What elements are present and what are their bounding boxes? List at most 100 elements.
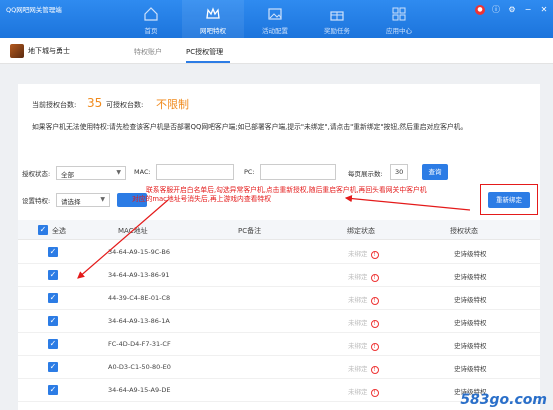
bind-status-text: 未绑定 [348,250,368,258]
error-icon: ! [370,320,379,328]
available-auth-label: 可授权台数: [106,101,144,109]
header-select-all: 全选 [52,227,66,235]
row-bind-status: 未绑定! [348,340,379,351]
setting-value: 请选择 [61,198,81,206]
nav-label: 奖励任务 [324,27,350,35]
row-priv-status: 史诗级特权 [454,273,487,281]
table-row[interactable]: ✓ 34-64-A9-13-86-91 未绑定! 史诗级特权 [18,264,540,287]
row-mac: 34-64-A9-15-A9-DE [108,386,171,394]
nav-apps[interactable]: 应用中心 [368,0,430,38]
chevron-down-icon: ▼ [100,196,105,203]
bind-status-text: 未绑定 [348,273,368,281]
info-icon[interactable]: ⓘ [491,5,501,15]
image-icon [268,8,282,20]
bind-status-text: 未绑定 [348,342,368,350]
status-filter-value: 全部 [61,171,74,179]
error-icon: ! [370,297,379,305]
error-icon: ! [370,274,379,282]
row-checkbox[interactable]: ✓ [48,316,58,326]
title-bar: QQ网吧网关管理端 首页 网吧特权 活动配置 奖励任务 应用中心 ● ⓘ ⚙ −… [0,0,553,38]
window-title: QQ网吧网关管理端 [6,6,62,14]
mac-input[interactable] [156,164,234,180]
current-auth-value: 35 [87,96,103,110]
chevron-down-icon: ▼ [116,169,121,176]
gift-icon [330,11,344,21]
setting-label: 设置特权: [22,197,51,205]
row-bind-status: 未绑定! [348,386,379,397]
row-priv-status: 史诗级特权 [454,342,487,350]
status-filter-select[interactable]: 全部 ▼ [56,166,126,180]
minimize-icon[interactable]: − [523,5,533,15]
crown-icon [206,7,220,19]
user-avatar[interactable]: ● [475,5,485,15]
table-row[interactable]: ✓ 34-64-A9-13-86-1A 未绑定! 史诗级特权 [18,310,540,333]
table-row[interactable]: ✓ 34-64-A9-15-9C-B6 未绑定! 史诗级特权 [18,241,540,264]
game-name: 地下城与勇士 [28,47,70,55]
setting-select[interactable]: 请选择 ▼ [56,193,110,207]
main-nav: 首页 网吧特权 活动配置 奖励任务 应用中心 [120,0,430,38]
available-auth-value: 不限制 [156,98,189,111]
row-bind-status: 未绑定! [348,248,379,259]
header-pc: PC备注 [238,227,262,235]
row-checkbox[interactable]: ✓ [48,385,58,395]
bind-status-text: 未绑定 [348,319,368,327]
game-logo [10,44,24,58]
row-mac: FC-4D-D4-F7-31-CF [108,340,171,348]
row-bind-status: 未绑定! [348,363,379,374]
tab-privilege-account[interactable]: 特权账户 [134,47,162,57]
error-icon: ! [370,389,379,397]
row-bind-status: 未绑定! [348,317,379,328]
table-header: ✓ 全选 MAC地址 PC备注 绑定状态 授权状态 [18,220,540,240]
table-row[interactable]: ✓ 44-39-C4-8E-01-C8 未绑定! 史诗级特权 [18,287,540,310]
page-size-input[interactable]: 30 [390,164,408,180]
row-bind-status: 未绑定! [348,294,379,305]
error-icon: ! [370,251,379,259]
nav-label: 网吧特权 [200,27,226,35]
status-filter-label: 授权状态: [22,170,51,178]
highlight-box [480,184,538,215]
header-mac: MAC地址 [118,227,148,235]
sub-header: 地下城与勇士 特权账户 PC授权管理 [0,38,553,64]
pc-input[interactable] [260,164,336,180]
bind-status-text: 未绑定 [348,365,368,373]
table-row[interactable]: ✓ FC-4D-D4-F7-31-CF 未绑定! 史诗级特权 [18,333,540,356]
mac-filter-label: MAC: [134,168,151,176]
help-tip: 如果客户机无法使用特权:请先检查该客户机是否部署QQ网吧客户端;如已部署客户端,… [32,123,468,131]
current-auth-label: 当前授权台数: [32,101,77,109]
active-tab-indicator [186,61,230,63]
error-icon: ! [370,366,379,374]
query-button[interactable]: 查询 [422,164,448,180]
auth-summary: 当前授权台数: 35 可授权台数: 不限制 如果客户机无法使用特权:请先检查该客… [18,84,540,144]
row-bind-status: 未绑定! [348,271,379,282]
bind-status-text: 未绑定 [348,388,368,396]
pc-filter-label: PC: [244,168,255,176]
row-checkbox[interactable]: ✓ [48,339,58,349]
bind-status-text: 未绑定 [348,296,368,304]
settings-icon[interactable]: ⚙ [507,5,517,15]
nav-home[interactable]: 首页 [120,0,182,38]
header-priv: 授权状态 [450,227,478,235]
row-checkbox[interactable]: ✓ [48,247,58,257]
home-icon [144,7,158,21]
select-all-checkbox[interactable]: ✓ [38,225,48,235]
tab-pc-auth[interactable]: PC授权管理 [186,47,223,57]
row-checkbox[interactable]: ✓ [48,362,58,372]
nav-label: 首页 [144,27,158,35]
nav-label: 活动配置 [262,27,288,35]
error-icon: ! [370,343,379,351]
table-row[interactable]: ✓ A0-D3-C1-50-80-E0 未绑定! 史诗级特权 [18,356,540,379]
row-mac: 44-39-C4-8E-01-C8 [108,294,171,302]
close-icon[interactable]: ✕ [539,5,549,15]
nav-reward[interactable]: 奖励任务 [306,0,368,38]
row-checkbox[interactable]: ✓ [48,270,58,280]
annotation-line-1: 联系客服开启白名单后,勾选异常客户机,点击重新授权,随后重启客户机,再回头看网关… [146,186,427,194]
window-controls: ● ⓘ ⚙ − ✕ [475,5,549,15]
row-mac: 34-64-A9-13-86-91 [108,271,170,279]
nav-label: 应用中心 [386,27,412,35]
nav-privilege[interactable]: 网吧特权 [182,0,244,38]
nav-activity[interactable]: 活动配置 [244,0,306,38]
page-size-label: 每页展示数: [348,170,383,178]
row-priv-status: 史诗级特权 [454,365,487,373]
row-mac: 34-64-A9-13-86-1A [108,317,170,325]
row-checkbox[interactable]: ✓ [48,293,58,303]
